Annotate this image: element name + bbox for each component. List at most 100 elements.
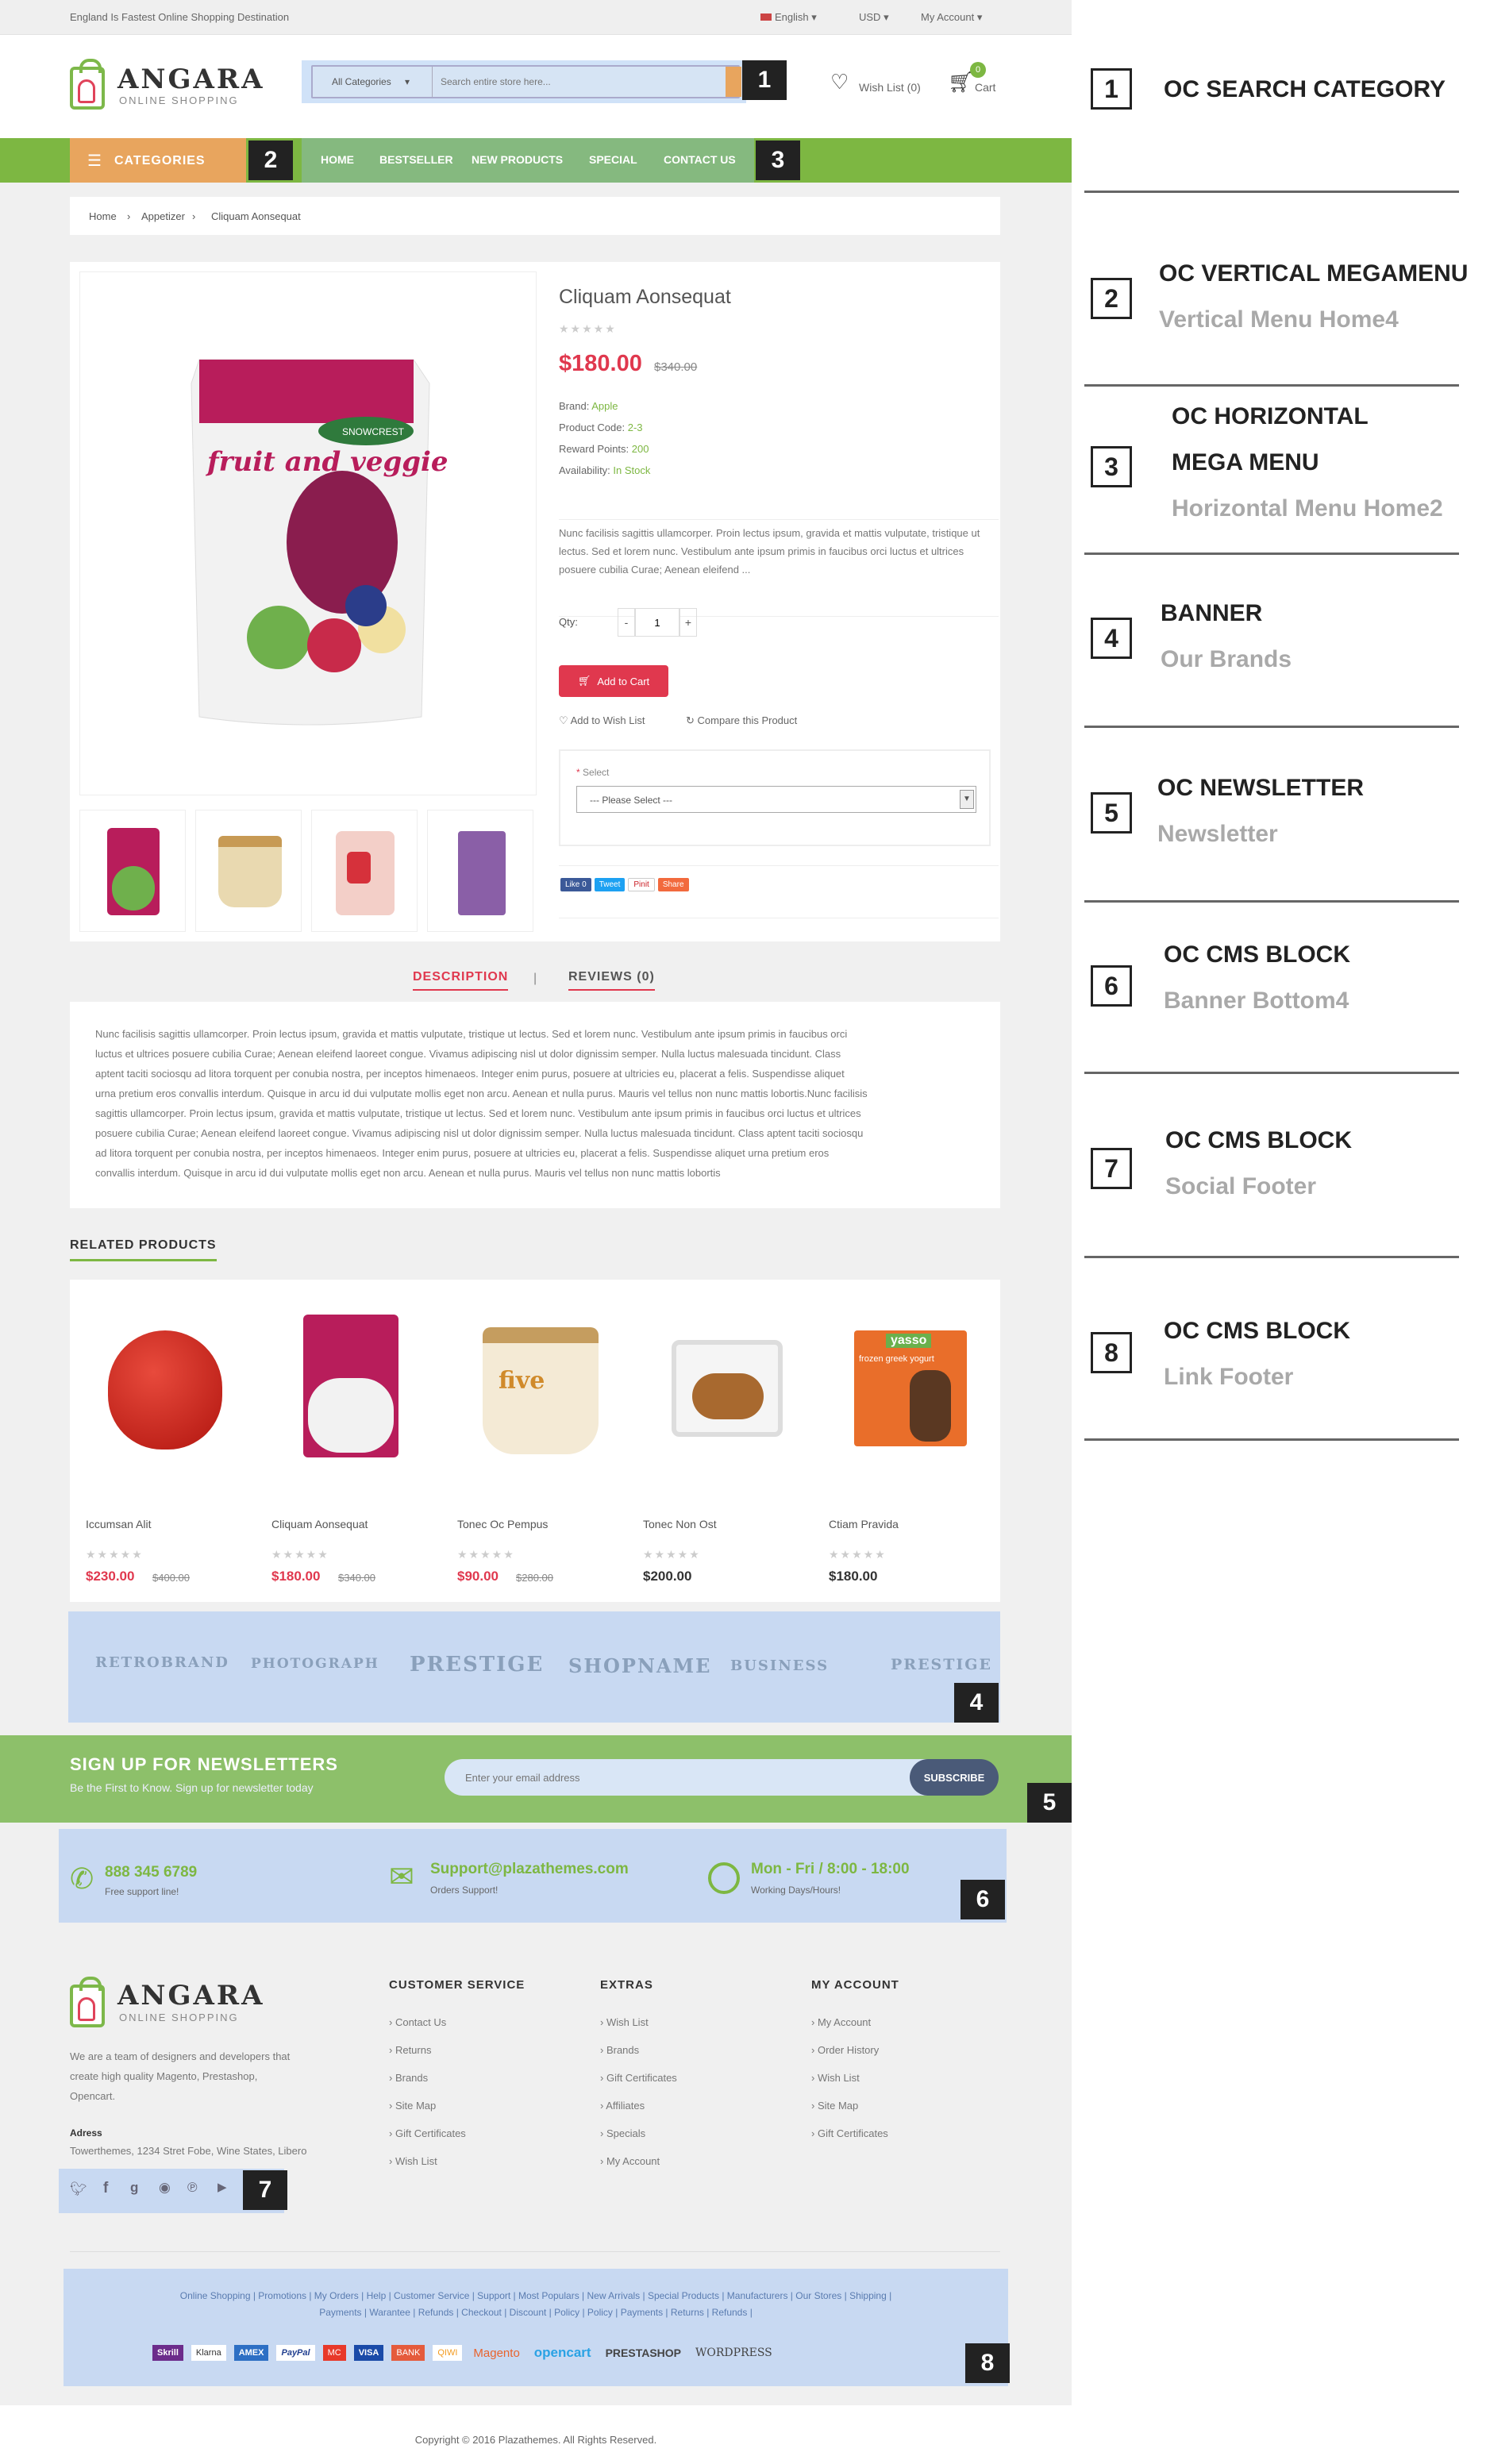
language-selector[interactable]: English ▾	[760, 11, 817, 24]
related-image-tub[interactable]: five	[483, 1327, 599, 1454]
brand-photograph[interactable]: PHOTOGRAPH	[251, 1656, 379, 1672]
google-plus-icon[interactable]: g	[130, 2180, 138, 2196]
facebook-like-button[interactable]: Like 0	[560, 878, 591, 891]
breadcrumb-home[interactable]: Home	[89, 210, 117, 222]
brand-retrobrand[interactable]: RETROBRAND	[95, 1654, 229, 1671]
pinit-button[interactable]: Pinit	[628, 878, 655, 891]
pinterest-icon[interactable]: ℗	[187, 2180, 198, 2196]
search-button[interactable]	[726, 67, 741, 97]
footer-link[interactable]: › My Account	[811, 2016, 871, 2028]
compare-link[interactable]: ↻ Compare this Product	[686, 714, 797, 727]
related-image-apple[interactable]	[108, 1330, 222, 1450]
footer-link[interactable]: › Gift Certificates	[389, 2127, 466, 2139]
brand-prestige-2[interactable]: PRESTIGE	[891, 1656, 992, 1673]
rss-icon[interactable]: ◉	[159, 2180, 171, 2196]
anno-2-number: 2	[1091, 278, 1132, 319]
brand-link[interactable]: Apple	[591, 400, 618, 412]
tab-description[interactable]: DESCRIPTION	[413, 970, 509, 991]
heart-icon[interactable]: ♡	[830, 70, 849, 94]
footer-link[interactable]: › Brands	[600, 2044, 639, 2056]
categories-button[interactable]: ☰ CATEGORIES	[70, 138, 246, 183]
qty-input[interactable]	[635, 608, 679, 637]
add-to-wishlist-link[interactable]: ♡ Add to Wish List	[559, 714, 645, 727]
related-name-5[interactable]: Ctiam Pravida	[829, 1518, 899, 1530]
related-name-2[interactable]: Cliquam Aonsequat	[271, 1518, 368, 1530]
related-name-3[interactable]: Tonec Oc Pempus	[457, 1518, 548, 1530]
subscribe-button[interactable]: SUBSCRIBE	[910, 1759, 999, 1796]
footer-link[interactable]: › Gift Certificates	[600, 2072, 677, 2084]
qty-plus-button[interactable]: +	[679, 608, 697, 637]
footer-link[interactable]: › Returns	[389, 2044, 431, 2056]
anno-7-number: 7	[1091, 1148, 1132, 1189]
footer-link[interactable]: › Wish List	[811, 2072, 860, 2084]
related-name-4[interactable]: Tonec Non Ost	[643, 1518, 717, 1530]
my-account-menu[interactable]: My Account ▾	[921, 11, 982, 24]
nav-new-products[interactable]: NEW PRODUCTS	[472, 153, 563, 166]
related-panel: five yasso frozen greek yogurt Iccumsan A…	[70, 1280, 1000, 1602]
thumb-1[interactable]	[79, 810, 186, 932]
newsletter-email-input[interactable]	[445, 1759, 961, 1796]
cart-icon[interactable]: 🛒︎	[948, 70, 974, 94]
nav-bestseller[interactable]: BESTSELLER	[379, 153, 453, 166]
footer-link[interactable]: › Brands	[389, 2072, 428, 2084]
brands-banner: RETROBRAND PHOTOGRAPH PRESTIGE SHOPNAME …	[68, 1611, 1000, 1723]
brand-shopname[interactable]: SHOPNAME	[568, 1654, 711, 1677]
anno-7-sub: Social Footer	[1165, 1173, 1317, 1199]
footer-links-text[interactable]: Online Shopping | Promotions | My Orders…	[95, 2288, 976, 2321]
thumb-4[interactable]	[427, 810, 533, 932]
related-image-yasso[interactable]: yasso frozen greek yogurt	[854, 1330, 967, 1446]
related-name-1[interactable]: Iccumsan Alit	[86, 1518, 151, 1530]
contact-phone[interactable]: 888 345 6789	[105, 1864, 197, 1881]
currency-selector[interactable]: USD ▾	[859, 11, 889, 24]
option-select[interactable]: --- Please Select --- ▼	[576, 786, 976, 813]
footer-address: Towerthemes, 1234 Stret Fobe, Wine State…	[70, 2145, 307, 2157]
nav-special[interactable]: SPECIAL	[589, 153, 637, 166]
related-image-bag[interactable]	[303, 1315, 398, 1457]
thumb-2[interactable]	[195, 810, 302, 932]
breadcrumb-category[interactable]: Appetizer	[141, 210, 185, 222]
youtube-icon[interactable]: ▶	[218, 2180, 227, 2194]
qty-minus-button[interactable]: -	[618, 608, 635, 637]
wishlist-link[interactable]: Wish List (0)	[859, 81, 921, 94]
product-old-price: $340.00	[654, 360, 698, 374]
footer-link[interactable]: › Affiliates	[600, 2100, 645, 2112]
related-image-ice[interactable]	[672, 1340, 783, 1437]
facebook-icon[interactable]: f	[103, 2180, 108, 2197]
footer-link[interactable]: › Order History	[811, 2044, 879, 2056]
rating-stars: ★★★★★	[559, 322, 617, 335]
footer-link[interactable]: › Wish List	[600, 2016, 649, 2028]
brand-business[interactable]: BUSINESS	[730, 1657, 829, 1674]
contact-email[interactable]: Support@plazathemes.com	[430, 1861, 629, 1878]
nav-home[interactable]: HOME	[321, 153, 354, 166]
footer-link[interactable]: › Contact Us	[389, 2016, 446, 2028]
related-price-5: $180.00	[829, 1569, 878, 1584]
footer-link[interactable]: › Site Map	[389, 2100, 436, 2112]
tweet-button[interactable]: Tweet	[594, 878, 626, 891]
footer-address-label: Adress	[70, 2127, 102, 2139]
thumb-3[interactable]	[311, 810, 418, 932]
tab-reviews[interactable]: REVIEWS (0)	[568, 970, 655, 991]
breadcrumb: Home › Appetizer › Cliquam Aonsequat	[70, 197, 1000, 235]
footer-link[interactable]: › My Account	[600, 2155, 660, 2167]
footer-col2-title: EXTRAS	[600, 1978, 653, 1992]
footer-link[interactable]: › Specials	[600, 2127, 645, 2139]
twitter-icon[interactable]: 🐦︎	[70, 2181, 87, 2197]
shop-screenshot: England Is Fastest Online Shopping Desti…	[0, 0, 1072, 2464]
related-stars-1: ★★★★★	[86, 1548, 144, 1561]
related-price-2: $180.00	[271, 1569, 321, 1584]
brand-prestige[interactable]: PRESTIGE	[410, 1653, 544, 1677]
anno-8-title: OC CMS BLOCK	[1164, 1318, 1350, 1344]
anno-divider	[1084, 900, 1459, 903]
search-input[interactable]	[432, 67, 718, 97]
footer-link[interactable]: › Wish List	[389, 2155, 437, 2167]
footer-link[interactable]: › Gift Certificates	[811, 2127, 888, 2139]
add-to-cart-button[interactable]: 🛒︎ Add to Cart	[559, 665, 668, 697]
category-select[interactable]: All Categories ▾	[313, 67, 432, 97]
share-button[interactable]: Share	[657, 878, 689, 891]
link-footer: Online Shopping | Promotions | My Orders…	[64, 2269, 1008, 2386]
footer-about: We are a team of designers and developer…	[70, 2050, 291, 2102]
footer-link[interactable]: › Site Map	[811, 2100, 858, 2112]
main-product-image[interactable]: SNOWCREST fruit and veggie	[79, 271, 537, 795]
cart-link[interactable]: Cart	[975, 81, 995, 94]
nav-contact-us[interactable]: CONTACT US	[664, 153, 736, 166]
